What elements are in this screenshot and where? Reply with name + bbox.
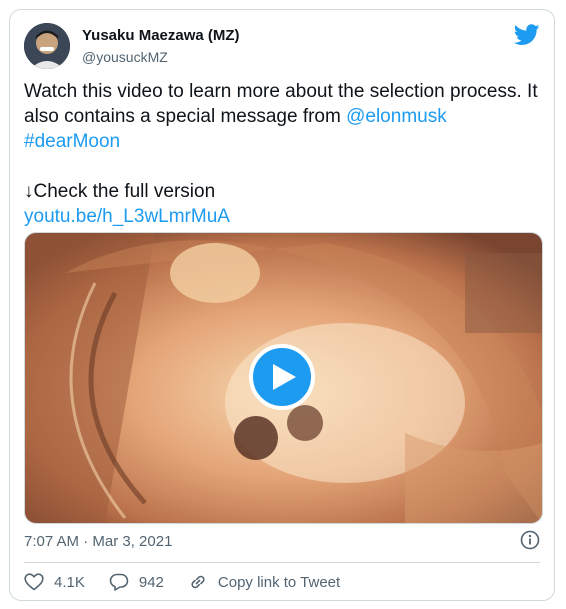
tweet-line-2: ↓Check the full version [24,181,216,202]
copy-link-label: Copy link to Tweet [217,573,341,591]
divider [24,562,540,563]
reply-count: 942 [138,573,164,591]
url-link[interactable]: youtu.be/h_L3wLmrMuA [24,206,230,227]
tweet-card: Yusaku Maezawa (MZ) @yousuckMZ Watch thi… [9,9,555,601]
timestamp[interactable]: 7:07 AM · Mar 3, 2021 [24,533,172,550]
heart-icon [24,573,44,591]
twitter-bird-icon[interactable] [514,24,540,46]
video-thumbnail[interactable] [24,232,543,524]
author-handle[interactable]: @yousuckMZ [82,49,168,65]
author-name[interactable]: Yusaku Maezawa (MZ) [82,27,240,44]
link-icon [191,575,205,589]
avatar[interactable] [24,23,70,69]
info-icon[interactable] [520,530,540,550]
mention-link[interactable]: @elonmusk [346,106,447,127]
reply-button[interactable]: 942 [109,573,164,591]
play-button[interactable] [249,344,315,410]
tweet-text: Watch this video to learn more about the… [24,79,544,229]
like-button[interactable]: 4.1K [24,573,85,591]
hashtag-link[interactable]: #dearMoon [24,131,120,152]
reply-icon [109,573,129,591]
like-count: 4.1K [54,573,85,591]
action-bar: 4.1K 942 Copy link to Tweet [24,571,364,593]
copy-link-button[interactable]: Copy link to Tweet [188,573,340,591]
play-icon [273,364,296,390]
tweet-body: Watch this video to learn more about the… [24,81,538,127]
